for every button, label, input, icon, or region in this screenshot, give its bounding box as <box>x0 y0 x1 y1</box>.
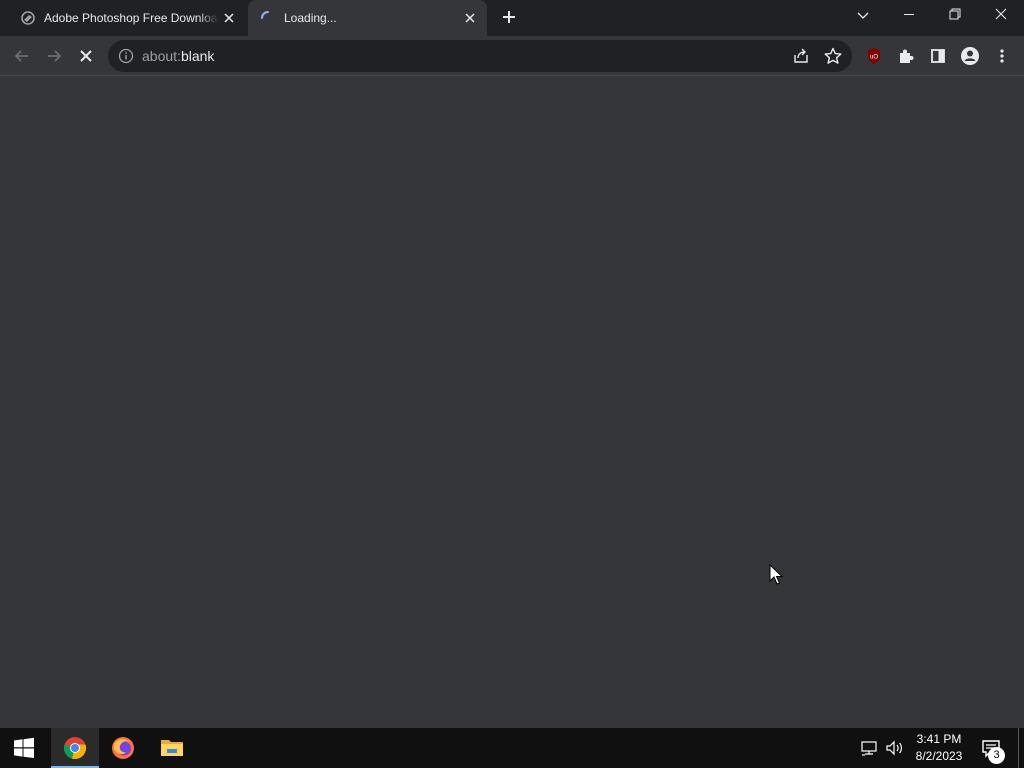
chrome-icon <box>63 737 87 760</box>
start-button[interactable] <box>0 728 48 768</box>
plus-icon[interactable] <box>498 6 520 28</box>
url-host: blank <box>180 48 215 64</box>
url-text[interactable]: about:blank <box>142 48 214 64</box>
taskbar-clock[interactable]: 3:41 PM 8/2/2023 <box>908 731 970 765</box>
more-vert-icon[interactable] <box>988 42 1016 70</box>
back-arrow-icon[interactable] <box>8 42 36 70</box>
loading-spinner-icon <box>261 11 269 19</box>
tab-title: Adobe Photoshop Free Download <box>44 11 219 25</box>
tab-adobe-photoshop[interactable]: Adobe Photoshop Free Download <box>8 0 246 36</box>
tab-strip: Adobe Photoshop Free Download Loading... <box>0 0 1024 36</box>
volume-icon[interactable] <box>884 738 906 758</box>
star-icon[interactable] <box>822 46 844 66</box>
clock-time: 3:41 PM <box>916 732 962 746</box>
notification-badge: 3 <box>988 747 1005 764</box>
mouse-cursor-icon <box>769 564 783 585</box>
firefox-icon <box>112 737 134 759</box>
share-icon[interactable] <box>790 46 812 66</box>
forward-arrow-icon[interactable] <box>40 42 68 70</box>
tab-title: Loading... <box>284 11 337 25</box>
profile-icon[interactable] <box>956 42 984 70</box>
taskbar-file-explorer[interactable] <box>148 728 196 768</box>
info-icon[interactable] <box>118 48 134 64</box>
clock-date: 8/2/2023 <box>915 749 963 763</box>
windows-logo-icon <box>14 737 34 758</box>
taskbar-firefox[interactable] <box>99 728 147 768</box>
page-content[interactable] <box>0 77 1024 728</box>
show-desktop-button[interactable] <box>1018 728 1019 768</box>
close-icon[interactable] <box>461 9 479 27</box>
taskbar-chrome[interactable] <box>51 728 99 768</box>
close-icon[interactable] <box>978 0 1024 30</box>
close-icon[interactable] <box>220 9 238 27</box>
minimize-icon[interactable] <box>886 0 932 30</box>
svg-text:uO: uO <box>870 55 878 61</box>
restore-icon[interactable] <box>932 0 978 30</box>
tab-loading[interactable]: Loading... <box>248 0 487 36</box>
chevron-down-icon[interactable] <box>852 4 874 26</box>
side-panel-icon[interactable] <box>924 42 952 70</box>
ublock-icon[interactable]: uO <box>860 42 888 70</box>
stop-icon[interactable] <box>72 42 100 70</box>
puzzle-icon[interactable] <box>892 42 920 70</box>
address-bar[interactable]: about:blank <box>108 40 852 72</box>
folder-icon <box>161 740 183 756</box>
browser-toolbar: about:blank uO <box>0 36 1024 76</box>
network-icon[interactable] <box>860 738 880 758</box>
url-scheme: about: <box>142 48 181 64</box>
app-favicon-icon <box>21 11 35 25</box>
